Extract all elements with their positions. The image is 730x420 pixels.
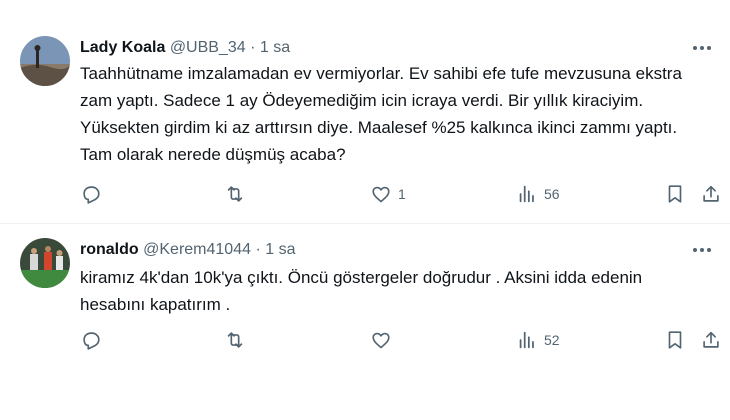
user-handle[interactable]: @UBB_34 [170,39,246,56]
retweet-button[interactable] [224,182,246,206]
tweet-actions: 1 56 [80,182,730,206]
bookmark-button[interactable] [664,328,686,352]
retweet-icon [224,183,246,205]
timestamp[interactable]: 1 sa [260,39,290,56]
avatar[interactable] [20,238,70,288]
more-options-icon[interactable] [690,240,714,260]
view-count: 52 [544,332,560,348]
share-icon [700,183,722,205]
like-icon [370,183,392,205]
views-icon [516,329,538,351]
views-button[interactable]: 52 [516,328,560,352]
share-button[interactable] [700,182,722,206]
views-icon [516,183,538,205]
more-options-icon[interactable] [690,38,714,58]
reply-button[interactable] [80,328,102,352]
share-button[interactable] [700,328,722,352]
views-button[interactable]: 56 [516,182,560,206]
display-name[interactable]: Lady Koala [80,39,165,56]
like-button[interactable] [370,328,398,352]
display-name[interactable]: ronaldo [80,241,139,258]
bookmark-button[interactable] [664,182,686,206]
avatar[interactable] [20,36,70,86]
like-button[interactable]: 1 [370,182,406,206]
like-count: 1 [398,186,406,202]
share-icon [700,329,722,351]
reply-button[interactable] [80,182,102,206]
bookmark-icon [664,329,686,351]
like-icon [370,329,392,351]
tweet[interactable]: ronaldo @Kerem41044 · 1 sa kiramız 4k'da… [0,224,730,420]
bookmark-icon [664,183,686,205]
tweet-actions: 52 [80,328,730,352]
user-handle[interactable]: @Kerem41044 [143,241,251,258]
reply-icon [80,329,102,351]
tweet-text: kiramız 4k'dan 10k'ya çıktı. Öncü göster… [80,268,643,314]
reply-icon [80,183,102,205]
view-count: 56 [544,186,560,202]
timestamp[interactable]: 1 sa [265,241,295,258]
separator-dot: · [250,39,256,56]
retweet-icon [224,329,246,351]
tweet-header: ronaldo @Kerem41044 · 1 sa [80,240,295,260]
tweet-text: Taahhütname imzalamadan ev vermiyorlar. … [80,64,682,164]
retweet-button[interactable] [224,328,246,352]
tweet-header: Lady Koala @UBB_34 · 1 sa [80,38,290,58]
tweet[interactable]: Lady Koala @UBB_34 · 1 sa Taahhütname im… [0,0,730,224]
separator-dot: · [255,241,261,258]
